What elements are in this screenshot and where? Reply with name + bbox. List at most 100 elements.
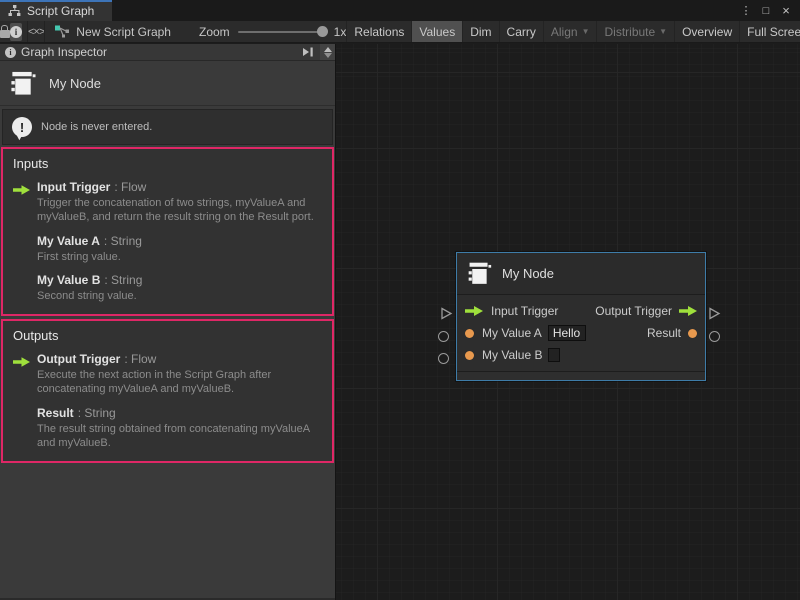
flow-arrow-icon[interactable]: [465, 306, 483, 316]
selected-node-summary: My Node: [0, 61, 335, 106]
code-icon: <×>: [28, 26, 44, 38]
values-button[interactable]: Values: [411, 21, 462, 43]
chevron-down-icon: ▼: [659, 27, 667, 36]
flow-arrow-icon: [13, 352, 37, 397]
node-header[interactable]: My Node: [457, 253, 705, 295]
inputs-heading: Inputs: [13, 156, 322, 171]
scroll-down-icon[interactable]: [324, 53, 332, 58]
lock-button[interactable]: [0, 26, 10, 38]
value-b-input-field[interactable]: [548, 348, 560, 362]
graph-node-my-node[interactable]: My Node Input Trigger Output Trigger: [456, 252, 706, 381]
graph-inspector-panel: i Graph Inspector: [0, 44, 335, 600]
port-label-result: Result: [647, 326, 681, 340]
node-title: My Node: [502, 266, 554, 281]
port-doc-result: Result : String The result string obtaine…: [13, 406, 322, 451]
value-port-icon: [13, 234, 37, 264]
graph-name-label: New Script Graph: [76, 25, 171, 39]
scroll-up-icon[interactable]: [324, 47, 332, 52]
fullscreen-button[interactable]: Full Screen: [739, 21, 800, 43]
zoom-value: 1x: [334, 25, 347, 39]
info-icon: i: [10, 26, 22, 38]
script-graph-window: Script Graph ⋮ □ × i <×> New Script Grap: [0, 0, 800, 600]
external-result-indicator[interactable]: [709, 331, 720, 342]
port-label-my-value-b: My Value B: [482, 348, 542, 362]
value-port-icon[interactable]: [465, 351, 474, 360]
zoom-slider[interactable]: [238, 31, 326, 33]
port-label-input-trigger: Input Trigger: [491, 304, 558, 318]
port-label-output-trigger: Output Trigger: [595, 304, 672, 318]
tab-label: Script Graph: [27, 4, 94, 18]
value-port-icon[interactable]: [688, 329, 697, 338]
toolbar-buttons: Relations Values Dim Carry Align▼ Distri…: [346, 21, 800, 43]
maximize-icon[interactable]: □: [758, 3, 774, 19]
port-doc-my-value-b: My Value B: String Second string value.: [13, 273, 322, 303]
port-name: Output Trigger: [37, 352, 120, 366]
window-controls: ⋮ □ ×: [738, 0, 800, 21]
dock-right-icon: [302, 47, 314, 57]
chevron-down-icon: ▼: [582, 27, 590, 36]
port-description: Trigger the concatenation of two strings…: [37, 196, 322, 225]
distribute-dropdown[interactable]: Distribute▼: [596, 21, 674, 43]
main-area: My Node Input Trigger Output Trigger: [0, 44, 800, 600]
node-row-value-b: My Value B: [457, 344, 705, 366]
port-description: Execute the next action in the Script Gr…: [37, 368, 322, 397]
port-doc-input-trigger: Input Trigger : Flow Trigger the concaten…: [13, 180, 322, 225]
dock-panel-button[interactable]: [296, 44, 320, 60]
port-name: My Value A: [37, 234, 100, 248]
port-name: Result: [37, 406, 74, 420]
port-description: First string value.: [37, 250, 142, 264]
selected-node-title: My Node: [49, 76, 101, 91]
carry-button[interactable]: Carry: [499, 21, 543, 43]
port-type: : String: [78, 406, 116, 420]
dim-button[interactable]: Dim: [462, 21, 498, 43]
overview-button[interactable]: Overview: [674, 21, 739, 43]
inspector-toggle-button[interactable]: i: [10, 23, 22, 41]
port-doc-my-value-a: My Value A : String First string value.: [13, 234, 322, 264]
value-port-icon[interactable]: [465, 329, 474, 338]
titlebar: Script Graph ⋮ □ ×: [0, 0, 800, 21]
port-description: The result string obtained from concaten…: [37, 422, 322, 451]
graph-breadcrumb[interactable]: New Script Graph: [45, 25, 171, 39]
close-icon[interactable]: ×: [778, 3, 794, 19]
script-graph-asset-icon: [55, 25, 70, 38]
relations-button[interactable]: Relations: [346, 21, 411, 43]
flow-arrow-icon[interactable]: [679, 306, 697, 316]
graph-canvas[interactable]: My Node Input Trigger Output Trigger: [335, 44, 800, 600]
warning-box: ! Node is never entered.: [2, 109, 333, 145]
port-name: Input Trigger: [37, 180, 110, 194]
external-value-b-indicator[interactable]: [438, 353, 449, 364]
port-type: : String: [104, 273, 142, 287]
zoom-control: Zoom 1x: [199, 25, 346, 39]
unit-node-icon: [466, 260, 492, 287]
port-name: My Value B: [37, 273, 100, 287]
tab-script-graph[interactable]: Script Graph: [0, 0, 112, 21]
kebab-menu-icon[interactable]: ⋮: [738, 3, 754, 19]
panel-scroll-buttons[interactable]: [320, 44, 335, 60]
node-footer: [457, 371, 705, 380]
value-a-input-field[interactable]: Hello: [548, 325, 586, 341]
code-view-button[interactable]: <×>: [28, 26, 44, 38]
node-row-value-a: My Value A Hello Result: [457, 322, 705, 344]
external-value-a-indicator[interactable]: [438, 331, 449, 342]
port-type: : Flow: [124, 352, 156, 366]
external-flow-output-indicator[interactable]: [708, 307, 721, 325]
port-label-my-value-a: My Value A: [482, 326, 542, 340]
toolbar: i <×> New Script Graph Zoom 1x Relatio: [0, 21, 800, 43]
warning-text: Node is never entered.: [41, 121, 152, 133]
value-port-icon: [13, 273, 37, 303]
port-type: : String: [104, 234, 142, 248]
inspector-title: Graph Inspector: [21, 45, 107, 59]
outputs-section: Outputs Output Trigger : Flow Execute the…: [1, 319, 334, 463]
inspector-header: i Graph Inspector: [0, 44, 335, 61]
node-body: Input Trigger Output Trigger My Value A …: [457, 295, 705, 371]
flow-arrow-icon: [13, 180, 37, 225]
external-flow-input-indicator[interactable]: [440, 307, 453, 325]
warning-bubble-icon: !: [12, 117, 32, 137]
unit-node-icon: [9, 69, 36, 98]
outputs-heading: Outputs: [13, 328, 322, 343]
zoom-slider-knob[interactable]: [317, 26, 328, 37]
inputs-section: Inputs Input Trigger : Flow Trigger the c…: [1, 147, 334, 316]
port-type: : Flow: [114, 180, 146, 194]
align-dropdown[interactable]: Align▼: [543, 21, 597, 43]
lock-icon: [0, 30, 10, 38]
